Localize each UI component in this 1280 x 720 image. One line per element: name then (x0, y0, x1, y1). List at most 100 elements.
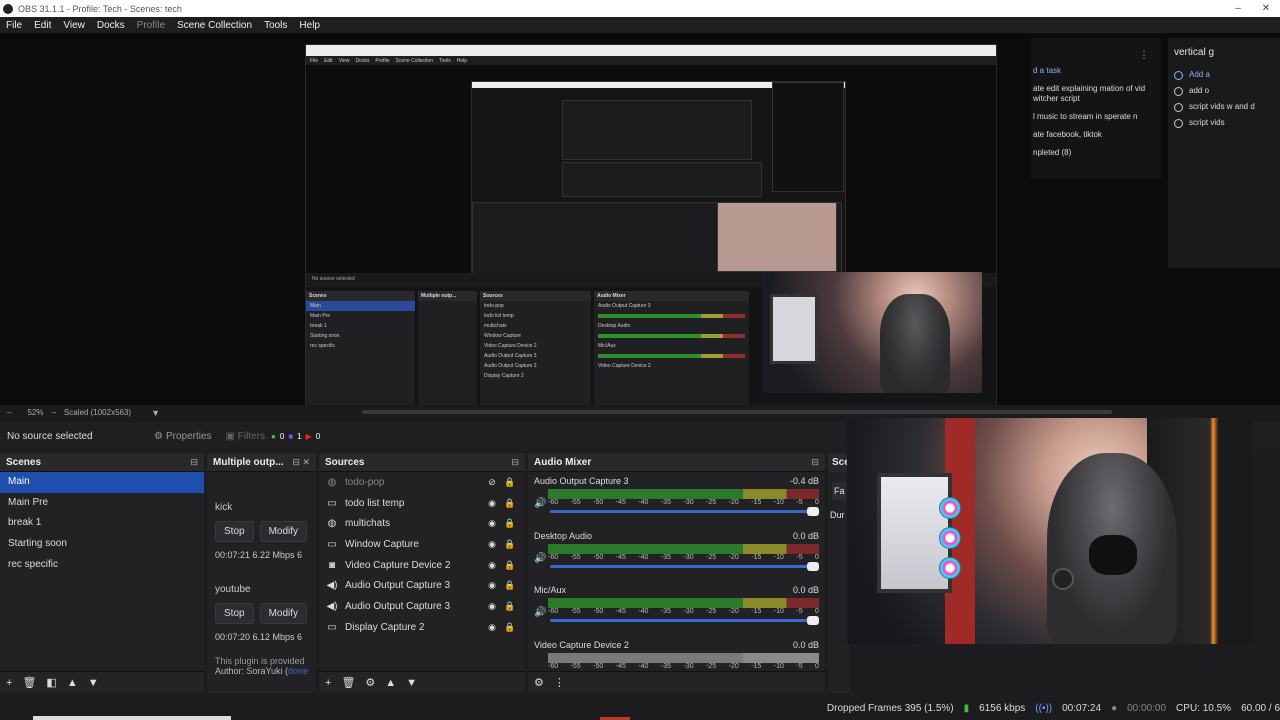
nested-source-item: Audio Output Capture 3 (484, 363, 537, 369)
move-down-icon[interactable]: ▼ (406, 677, 417, 689)
lock-icon[interactable]: 🔒 (501, 580, 519, 591)
scene-filters-icon[interactable]: ◧ (46, 676, 56, 689)
eye-icon[interactable]: ◉ (483, 601, 501, 612)
volume-icon[interactable]: 🔊 (534, 498, 546, 509)
lock-icon[interactable]: 🔒 (501, 498, 519, 509)
slider-handle[interactable] (807, 507, 819, 516)
plugin-link[interactable]: done (288, 666, 308, 676)
menu-view[interactable]: View (57, 20, 91, 31)
slider-handle[interactable] (807, 616, 819, 625)
scene-item-starting-soon[interactable]: Starting soon (0, 534, 204, 555)
dock-float-icon[interactable]: ⊟ (190, 457, 198, 468)
nested-sources-panel: Sources todo-pop todo list temp multicha… (480, 291, 592, 405)
menu-scene-collection[interactable]: Scene Collection (171, 20, 258, 31)
volume-slider[interactable] (550, 507, 819, 516)
source-item[interactable]: ▭ Display Capture 2 ◉ 🔒 (319, 617, 525, 638)
slider-handle[interactable] (807, 561, 819, 571)
volume-icon[interactable]: 🔊 (534, 607, 546, 618)
scene-item-rec-specific[interactable]: rec specific (0, 555, 204, 576)
todo-task: ate edit explaining mation of vid witche… (1033, 84, 1146, 103)
menu-docks[interactable]: Docks (91, 20, 131, 31)
source-settings-icon[interactable]: ⚙ (365, 676, 375, 689)
zoom-minus-icon[interactable]: – (7, 408, 11, 417)
source-item[interactable]: ◍ multichats ◉ 🔒 (319, 513, 525, 534)
source-item[interactable]: ◙ Video Capture Device 2 ◉ 🔒 (319, 555, 525, 576)
stop-kick-button[interactable]: Stop (215, 521, 254, 542)
remove-scene-icon[interactable]: 🗑 (22, 676, 36, 689)
eye-icon[interactable]: ◉ (483, 622, 501, 633)
lock-icon[interactable]: 🔒 (501, 601, 519, 612)
meter-tick: -15 (751, 608, 762, 615)
twitch-count: 1 (297, 431, 302, 441)
filters-button[interactable]: ▣ Filters (226, 431, 265, 442)
eye-icon[interactable]: ◉ (483, 539, 501, 550)
add-source-icon[interactable]: + (325, 677, 331, 689)
mixer-menu-icon[interactable]: ⋮ (554, 676, 565, 689)
close-dock-icon[interactable]: ⊟ ✕ (292, 457, 310, 468)
menu-profile[interactable]: Profile (131, 20, 171, 31)
advanced-audio-icon[interactable]: ⚙ (534, 676, 544, 689)
meter-tick: -30 (683, 553, 694, 561)
source-item[interactable]: ◀) Audio Output Capture 3 ◉ 🔒 (319, 596, 525, 617)
scene-item-break-1[interactable]: break 1 (0, 513, 204, 534)
duration-label: Dur (830, 510, 845, 520)
minimize-button[interactable]: – (1224, 0, 1252, 17)
volume-icon[interactable]: 🔊 (534, 553, 546, 564)
volume-slider[interactable] (550, 616, 819, 625)
move-up-icon[interactable]: ▲ (67, 677, 78, 689)
record-icon: ● (1111, 703, 1118, 714)
remove-source-icon[interactable]: 🗑 (341, 676, 355, 689)
dock-float-icon[interactable]: ⊟ (811, 457, 819, 468)
menu-help[interactable]: Help (293, 20, 326, 31)
lock-icon[interactable]: 🔒 (501, 477, 519, 488)
source-item[interactable]: ◀) Audio Output Capture 3 ◉ 🔒 (319, 575, 525, 596)
modify-kick-button[interactable]: Modify (259, 521, 308, 542)
close-button[interactable]: ✕ (1252, 0, 1280, 17)
scene-item-main-pre[interactable]: Main Pre (0, 493, 204, 514)
modify-youtube-button[interactable]: Modify (259, 603, 308, 624)
scene-item-main[interactable]: Main (0, 472, 204, 493)
source-item[interactable]: ◍ todo-pop ⊘ 🔒 (319, 472, 525, 493)
todo-side-item: script vids w and d (1168, 99, 1280, 115)
eye-icon[interactable]: ◉ (483, 580, 501, 591)
preview-scrollbar[interactable] (362, 410, 1112, 414)
volume-slider[interactable] (550, 561, 819, 571)
audio-mixer-header: Audio Mixer ⊟ (528, 453, 825, 472)
menu-tools[interactable]: Tools (258, 20, 293, 31)
no-source-label: No source selected (7, 430, 93, 442)
lock-icon[interactable]: 🔒 (501, 518, 519, 529)
move-up-icon[interactable]: ▲ (385, 677, 396, 689)
source-item[interactable]: ▭ todo list temp ◉ 🔒 (319, 493, 525, 514)
eye-icon[interactable]: ◉ (483, 498, 501, 509)
menu-file[interactable]: File (0, 20, 28, 31)
visibility-off-icon[interactable]: ⊘ (483, 477, 501, 488)
nested-output-panel: Multiple outp... (418, 291, 478, 405)
meter-tick: 0 (815, 662, 819, 670)
nested-preview (306, 65, 996, 281)
dropdown-arrow-icon[interactable]: ▼ (151, 408, 160, 418)
dock-float-icon[interactable]: ⊟ (511, 457, 519, 468)
source-item[interactable]: ▭ Window Capture ◉ 🔒 (319, 534, 525, 555)
lock-icon[interactable]: 🔒 (501, 622, 519, 633)
scale-mode[interactable]: Scaled (1002x563) (64, 408, 131, 417)
preview-canvas[interactable]: File Edit View Docks Profile Scene Colle… (0, 33, 1280, 405)
add-scene-icon[interactable]: + (6, 677, 12, 689)
move-down-icon[interactable]: ▼ (88, 677, 99, 689)
nested-meter (598, 314, 745, 318)
nested-mixer-header: Audio Mixer (594, 291, 749, 301)
transition-select[interactable]: Fa (832, 482, 846, 500)
kick-icon: ● (271, 431, 276, 441)
menu-edit[interactable]: Edit (28, 20, 57, 31)
record-time: 00:00:00 (1127, 703, 1167, 714)
lock-icon[interactable]: 🔒 (501, 539, 519, 550)
properties-button[interactable]: ⚙ Properties (154, 431, 212, 442)
stop-youtube-button[interactable]: Stop (215, 603, 254, 624)
zoom-level[interactable]: 52% (27, 408, 43, 417)
gear-icon: ⚙ (154, 430, 163, 442)
lock-icon[interactable]: 🔒 (501, 560, 519, 571)
eye-icon[interactable]: ◉ (483, 518, 501, 529)
eye-icon[interactable]: ◉ (483, 560, 501, 571)
sources-header: Sources ⊟ (319, 453, 525, 472)
meter-tick: -15 (751, 662, 762, 670)
zoom-plus-icon[interactable]: – (51, 408, 55, 417)
